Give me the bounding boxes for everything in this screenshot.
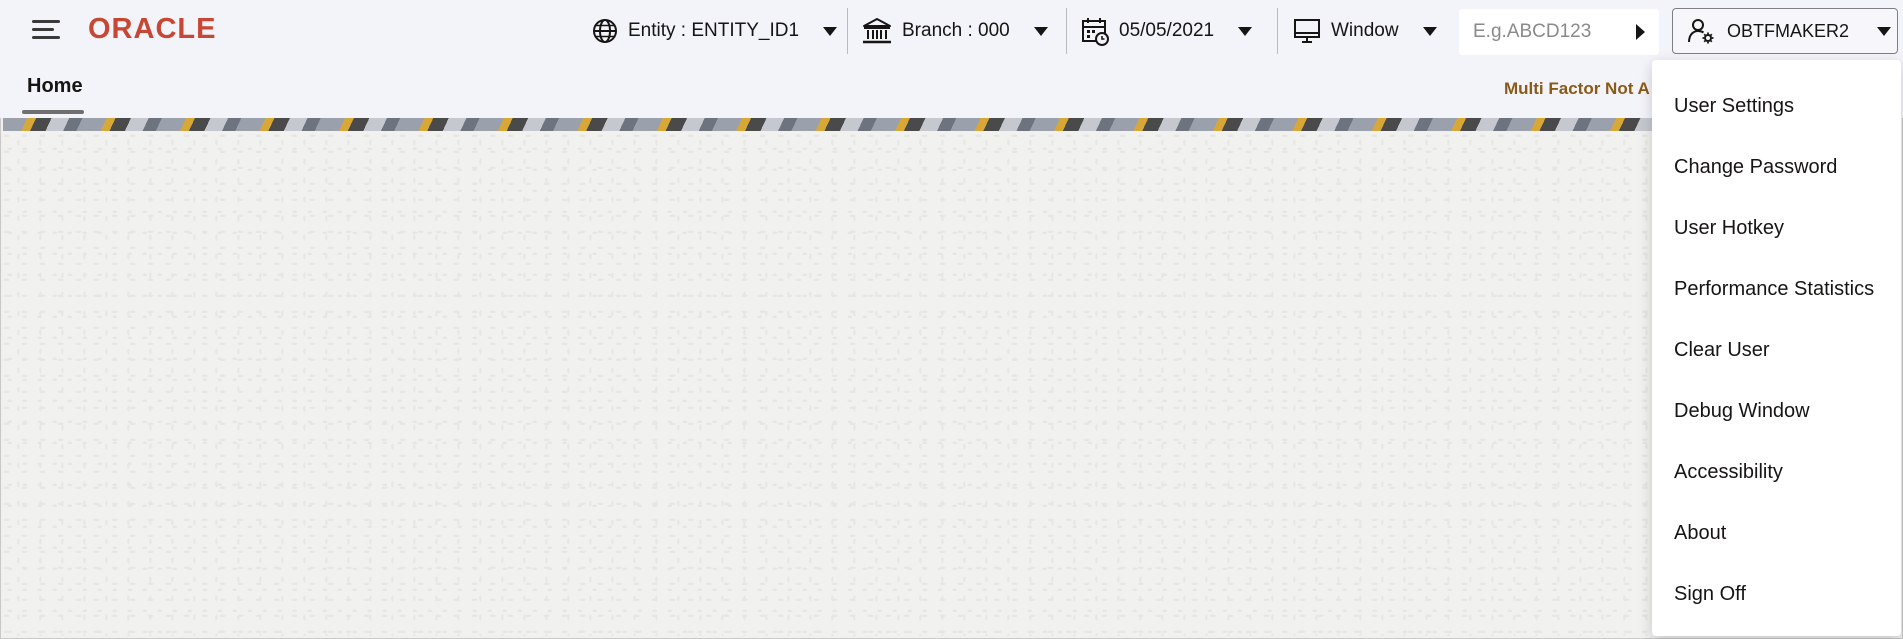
menu-item-about[interactable]: About (1652, 503, 1901, 564)
decorative-banner (3, 118, 1900, 131)
top-header: ORACLE Entity : ENTITY_ID1 Branch : 000 (0, 0, 1903, 62)
header-divider (1066, 8, 1067, 54)
active-tab-indicator (22, 110, 84, 114)
monitor-icon (1294, 19, 1320, 43)
branch-label: Branch : 000 (902, 20, 1010, 41)
chevron-down-icon (1238, 26, 1253, 36)
bank-icon (863, 18, 891, 44)
oracle-logo: ORACLE (88, 13, 217, 45)
entity-label: Entity : ENTITY_ID1 (628, 20, 800, 41)
function-search (1459, 9, 1659, 55)
user-settings-icon (1688, 19, 1714, 44)
function-search-input[interactable] (1459, 21, 1619, 43)
menu-item-user-hotkey[interactable]: User Hotkey (1652, 198, 1901, 259)
header-divider (1277, 8, 1278, 54)
menu-item-accessibility[interactable]: Accessibility (1652, 442, 1901, 503)
chevron-down-icon (1422, 26, 1437, 36)
workspace-area (3, 131, 1900, 636)
chevron-down-icon (1033, 26, 1048, 36)
user-menu-button[interactable]: OBTFMAKER2 (1672, 8, 1898, 54)
chevron-down-icon (1877, 26, 1892, 36)
globe-icon (593, 19, 617, 43)
menu-item-debug-window[interactable]: Debug Window (1652, 381, 1901, 442)
chevron-down-icon (823, 26, 838, 36)
user-dropdown-menu: User Settings Change Password User Hotke… (1652, 60, 1901, 636)
window-label: Window (1331, 20, 1399, 41)
branch-selector[interactable]: Branch : 000 (862, 10, 1048, 52)
calendar-icon (1082, 18, 1109, 46)
menu-item-change-password[interactable]: Change Password (1652, 137, 1901, 198)
hamburger-icon[interactable] (32, 18, 62, 42)
date-selector[interactable]: 05/05/2021 (1081, 10, 1253, 52)
menu-item-clear-user[interactable]: Clear User (1652, 320, 1901, 381)
date-label: 05/05/2021 (1119, 20, 1215, 41)
menu-item-sign-off[interactable]: Sign Off (1652, 564, 1901, 625)
play-arrow-icon[interactable] (1636, 24, 1645, 40)
menu-item-user-settings[interactable]: User Settings (1652, 76, 1901, 137)
header-divider (847, 8, 848, 54)
entity-selector[interactable]: Entity : ENTITY_ID1 (592, 10, 838, 52)
tab-bar: Home Multi Factor Not A (0, 62, 1903, 118)
tab-home[interactable]: Home (27, 75, 83, 98)
user-name-label: OBTFMAKER2 (1727, 20, 1850, 41)
window-selector[interactable]: Window (1293, 10, 1437, 52)
mfa-notice: Multi Factor Not A (1504, 79, 1650, 98)
menu-item-performance-statistics[interactable]: Performance Statistics (1652, 259, 1901, 320)
